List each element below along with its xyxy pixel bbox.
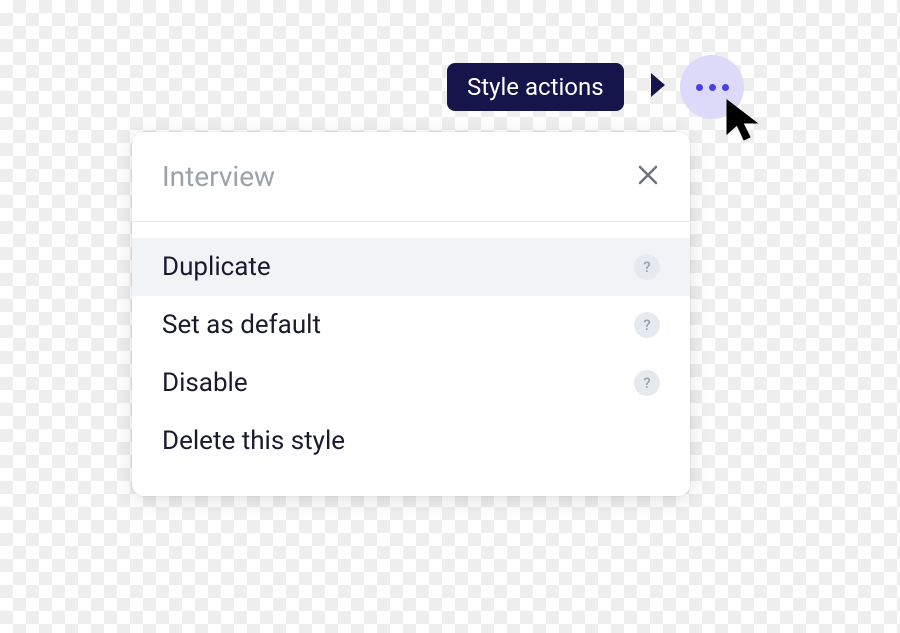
cursor-icon <box>725 98 767 148</box>
help-icon[interactable]: ? <box>634 254 660 280</box>
menu-item-label: Set as default <box>162 310 321 340</box>
panel-body: Duplicate ? Set as default ? Disable ? D… <box>132 222 690 496</box>
more-icon <box>709 84 716 91</box>
more-icon <box>696 84 703 91</box>
tooltip-arrow <box>651 73 665 97</box>
menu-item-label: Disable <box>162 368 248 398</box>
tooltip-label: Style actions <box>467 73 604 101</box>
panel-title: Interview <box>162 160 275 193</box>
style-actions-panel: Interview Duplicate ? Set as default ? D… <box>132 132 690 496</box>
help-icon[interactable]: ? <box>634 370 660 396</box>
menu-item-label: Delete this style <box>162 426 345 456</box>
help-icon[interactable]: ? <box>634 312 660 338</box>
panel-header: Interview <box>132 132 690 222</box>
menu-item-disable[interactable]: Disable ? <box>132 354 690 412</box>
menu-item-delete[interactable]: Delete this style <box>132 412 690 470</box>
close-icon <box>636 163 660 187</box>
menu-item-duplicate[interactable]: Duplicate ? <box>132 238 690 296</box>
style-actions-tooltip: Style actions <box>447 63 624 111</box>
menu-item-set-default[interactable]: Set as default ? <box>132 296 690 354</box>
close-button[interactable] <box>636 163 660 191</box>
menu-item-label: Duplicate <box>162 252 271 282</box>
more-icon <box>722 84 729 91</box>
